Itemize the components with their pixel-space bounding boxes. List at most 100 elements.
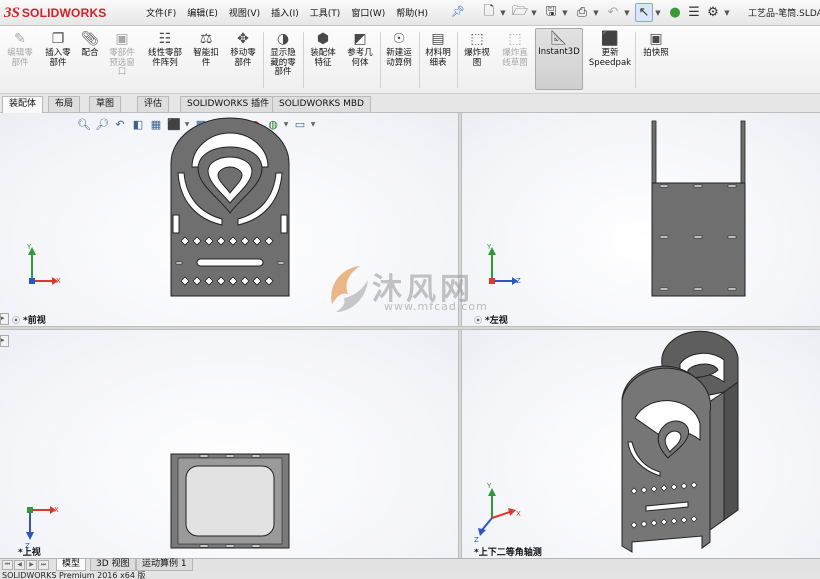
edit-component-button[interactable]: ✎ 编辑零 部件 bbox=[4, 30, 36, 68]
reference-geometry-button[interactable]: ◩ 参考几 何体 bbox=[343, 30, 377, 68]
tool-label: 新建运 动算例 bbox=[386, 48, 412, 68]
tab-evaluate[interactable]: 评估 bbox=[137, 96, 170, 112]
snapshot-button[interactable]: ▣ 拍快照 bbox=[638, 30, 674, 59]
chevron-down-icon[interactable]: ▼ bbox=[499, 3, 507, 22]
menu-tools[interactable]: 工具(T) bbox=[310, 6, 341, 19]
assembly-features-button[interactable]: ⬢ 装配体 特征 bbox=[306, 30, 340, 68]
tool-label: 编辑零 部件 bbox=[7, 48, 33, 68]
chevron-down-icon[interactable]: ▼ bbox=[654, 3, 662, 22]
viewport-top[interactable]: X Z *上视 bbox=[0, 330, 458, 558]
ribbon-separator bbox=[380, 32, 381, 88]
tool-label: 参考几 何体 bbox=[347, 48, 373, 68]
status-bar: SOLIDWORKS Premium 2016 x64 版 bbox=[0, 571, 820, 579]
tool-label: 爆炸直 线草图 bbox=[502, 48, 528, 68]
chevron-down-icon[interactable]: ▼ bbox=[561, 3, 569, 22]
tool-label: 零部件 预选窗 口 bbox=[109, 48, 135, 77]
tab-sketch[interactable]: 草图 bbox=[89, 96, 122, 112]
smart-fasteners-button[interactable]: ⚖ 智能扣 件 bbox=[190, 30, 222, 68]
chevron-down-icon[interactable]: ▼ bbox=[530, 3, 538, 22]
triad-y-label: Y bbox=[486, 243, 492, 251]
save-icon[interactable]: 🖫 bbox=[542, 3, 560, 22]
tab-3d-views[interactable]: 3D 视图 bbox=[90, 559, 136, 571]
menu-window[interactable]: 窗口(W) bbox=[351, 6, 385, 19]
rebuild-icon[interactable]: ● bbox=[666, 3, 684, 22]
tab-solidworks-mbd[interactable]: SOLIDWORKS MBD bbox=[272, 96, 371, 112]
viewport-horizontal-splitter[interactable] bbox=[0, 326, 820, 330]
tab-motion-study-1[interactable]: 运动算例 1 bbox=[136, 559, 193, 571]
edit-part-icon: ✎ bbox=[14, 31, 26, 47]
triad-x-label: X bbox=[516, 510, 521, 518]
link-views-icon[interactable]: ⦿ bbox=[12, 316, 20, 325]
bill-of-materials-icon: ▤ bbox=[431, 31, 445, 47]
tab-assembly[interactable]: 装配体 bbox=[2, 96, 44, 113]
isometric-view-model[interactable]: Y X Z bbox=[462, 330, 820, 558]
previous-tab-icon[interactable]: ◀ bbox=[14, 560, 25, 570]
mate-icon: 📎︎ bbox=[81, 31, 99, 47]
feature-tree-toggle-icon[interactable]: ▸ bbox=[0, 335, 9, 347]
menu-view[interactable]: 视图(V) bbox=[229, 6, 260, 19]
instant3d-icon: 📐︎ bbox=[550, 30, 568, 46]
linear-pattern-icon: ☷ bbox=[158, 31, 172, 47]
triad-x-label: X bbox=[54, 506, 59, 514]
watermark-logo bbox=[331, 266, 368, 312]
next-tab-icon[interactable]: ▶ bbox=[26, 560, 37, 570]
insert-component-button[interactable]: ❐ 插入零 部件 bbox=[42, 30, 74, 68]
component-preview-button[interactable]: ▣ 零部件 预选窗 口 bbox=[104, 30, 140, 78]
viewport-vertical-splitter[interactable] bbox=[458, 113, 462, 558]
triad-z-label: Z bbox=[516, 277, 521, 285]
chevron-down-icon[interactable]: ▼ bbox=[592, 3, 600, 22]
top-view-model[interactable]: X Z bbox=[0, 330, 458, 558]
open-icon[interactable]: 🗁 bbox=[511, 3, 529, 22]
tool-label: 显示隐 藏的零 部件 bbox=[270, 48, 296, 77]
menu-file[interactable]: 文件(F) bbox=[146, 6, 176, 19]
assembly-features-icon: ⬢ bbox=[316, 31, 330, 47]
logo-text: SOLIDWORKS bbox=[21, 6, 107, 20]
graphics-area[interactable]: 🔍︎ 🔎︎ ↶ ◧ ▦ ⬛ ▼ ▩ ▼ ◈ ▼ ◕ ◍ ▼ ▭ ▼ bbox=[0, 113, 820, 558]
solidworks-logo[interactable]: 3S SOLIDWORKS bbox=[4, 3, 107, 23]
triad-y-label: Y bbox=[486, 482, 492, 490]
tab-model[interactable]: 模型 bbox=[56, 559, 87, 571]
new-motion-study-button[interactable]: ☉ 新建运 动算例 bbox=[382, 30, 416, 68]
file-properties-icon[interactable]: ☰ bbox=[685, 3, 703, 22]
exploded-view-button[interactable]: ⬚ 爆炸视 图 bbox=[459, 30, 495, 68]
undo-icon[interactable]: ↶ bbox=[604, 3, 622, 22]
model-tabs-bar: ⏮ ◀ ▶ ⏭ 模型 3D 视图 运动算例 1 bbox=[0, 558, 820, 571]
first-tab-icon[interactable]: ⏮ bbox=[2, 560, 13, 570]
tool-label: 插入零 部件 bbox=[45, 48, 71, 68]
watermark-url: www.mfcad.com bbox=[384, 300, 488, 313]
menu-help[interactable]: 帮助(H) bbox=[396, 6, 428, 19]
feature-tree-toggle-icon[interactable]: ▸ bbox=[0, 313, 9, 325]
speedpak-icon: ⬛ bbox=[601, 31, 619, 47]
viewport-isometric[interactable]: Y X Z *上下二等角轴测 bbox=[462, 330, 820, 558]
ribbon-separator bbox=[263, 32, 264, 88]
tab-solidworks-addins[interactable]: SOLIDWORKS 插件 bbox=[180, 96, 277, 112]
tool-label: 材料明 细表 bbox=[425, 48, 451, 68]
tool-label: 装配体 特征 bbox=[310, 48, 336, 68]
move-component-button[interactable]: ✥ 移动零 部件 bbox=[226, 30, 260, 68]
title-menu-bar: 3S SOLIDWORKS 文件(F) 编辑(E) 视图(V) 插入(I) 工具… bbox=[0, 0, 820, 26]
select-icon[interactable]: ↖ bbox=[635, 3, 653, 22]
options-icon[interactable]: ⚙ bbox=[704, 3, 722, 22]
linear-pattern-button[interactable]: ☷ 线性零部 件阵列 bbox=[144, 30, 186, 68]
mate-button[interactable]: 📎︎ 配合 bbox=[78, 30, 102, 59]
new-icon[interactable]: 🗋 bbox=[480, 3, 498, 22]
menu-insert[interactable]: 插入(I) bbox=[271, 6, 299, 19]
update-speedpak-button[interactable]: ⬛ 更新 Speedpak bbox=[588, 30, 632, 68]
command-manager: ✎ 编辑零 部件 ❐ 插入零 部件 📎︎ 配合 ▣ 零部件 预选窗 口 ☷ 线性… bbox=[0, 26, 820, 94]
left-view-model[interactable]: Y Z bbox=[462, 113, 820, 326]
bill-of-materials-button[interactable]: ▤ 材料明 细表 bbox=[421, 30, 455, 68]
chevron-down-icon[interactable]: ▼ bbox=[723, 3, 731, 22]
pin-icon[interactable]: 📌︎ bbox=[451, 5, 465, 18]
watermark: 沐风网 www.mfcad.com bbox=[326, 260, 496, 320]
move-component-icon: ✥ bbox=[237, 31, 249, 47]
chevron-down-icon[interactable]: ▼ bbox=[623, 3, 631, 22]
menu-edit[interactable]: 编辑(E) bbox=[187, 6, 218, 19]
instant3d-button[interactable]: 📐︎ Instant3D bbox=[535, 28, 583, 90]
last-tab-icon[interactable]: ⏭ bbox=[38, 560, 49, 570]
viewport-front-label: ⦿ *前视 bbox=[12, 316, 46, 326]
explode-line-sketch-button[interactable]: ⬚ 爆炸直 线草图 bbox=[497, 30, 533, 68]
viewport-left[interactable]: Y Z ⦿*左视 ▫ bbox=[462, 113, 820, 326]
print-icon[interactable]: ⎙ bbox=[573, 3, 591, 22]
show-hidden-components-button[interactable]: ◑ 显示隐 藏的零 部件 bbox=[266, 30, 300, 78]
tab-layout[interactable]: 布局 bbox=[48, 96, 81, 112]
